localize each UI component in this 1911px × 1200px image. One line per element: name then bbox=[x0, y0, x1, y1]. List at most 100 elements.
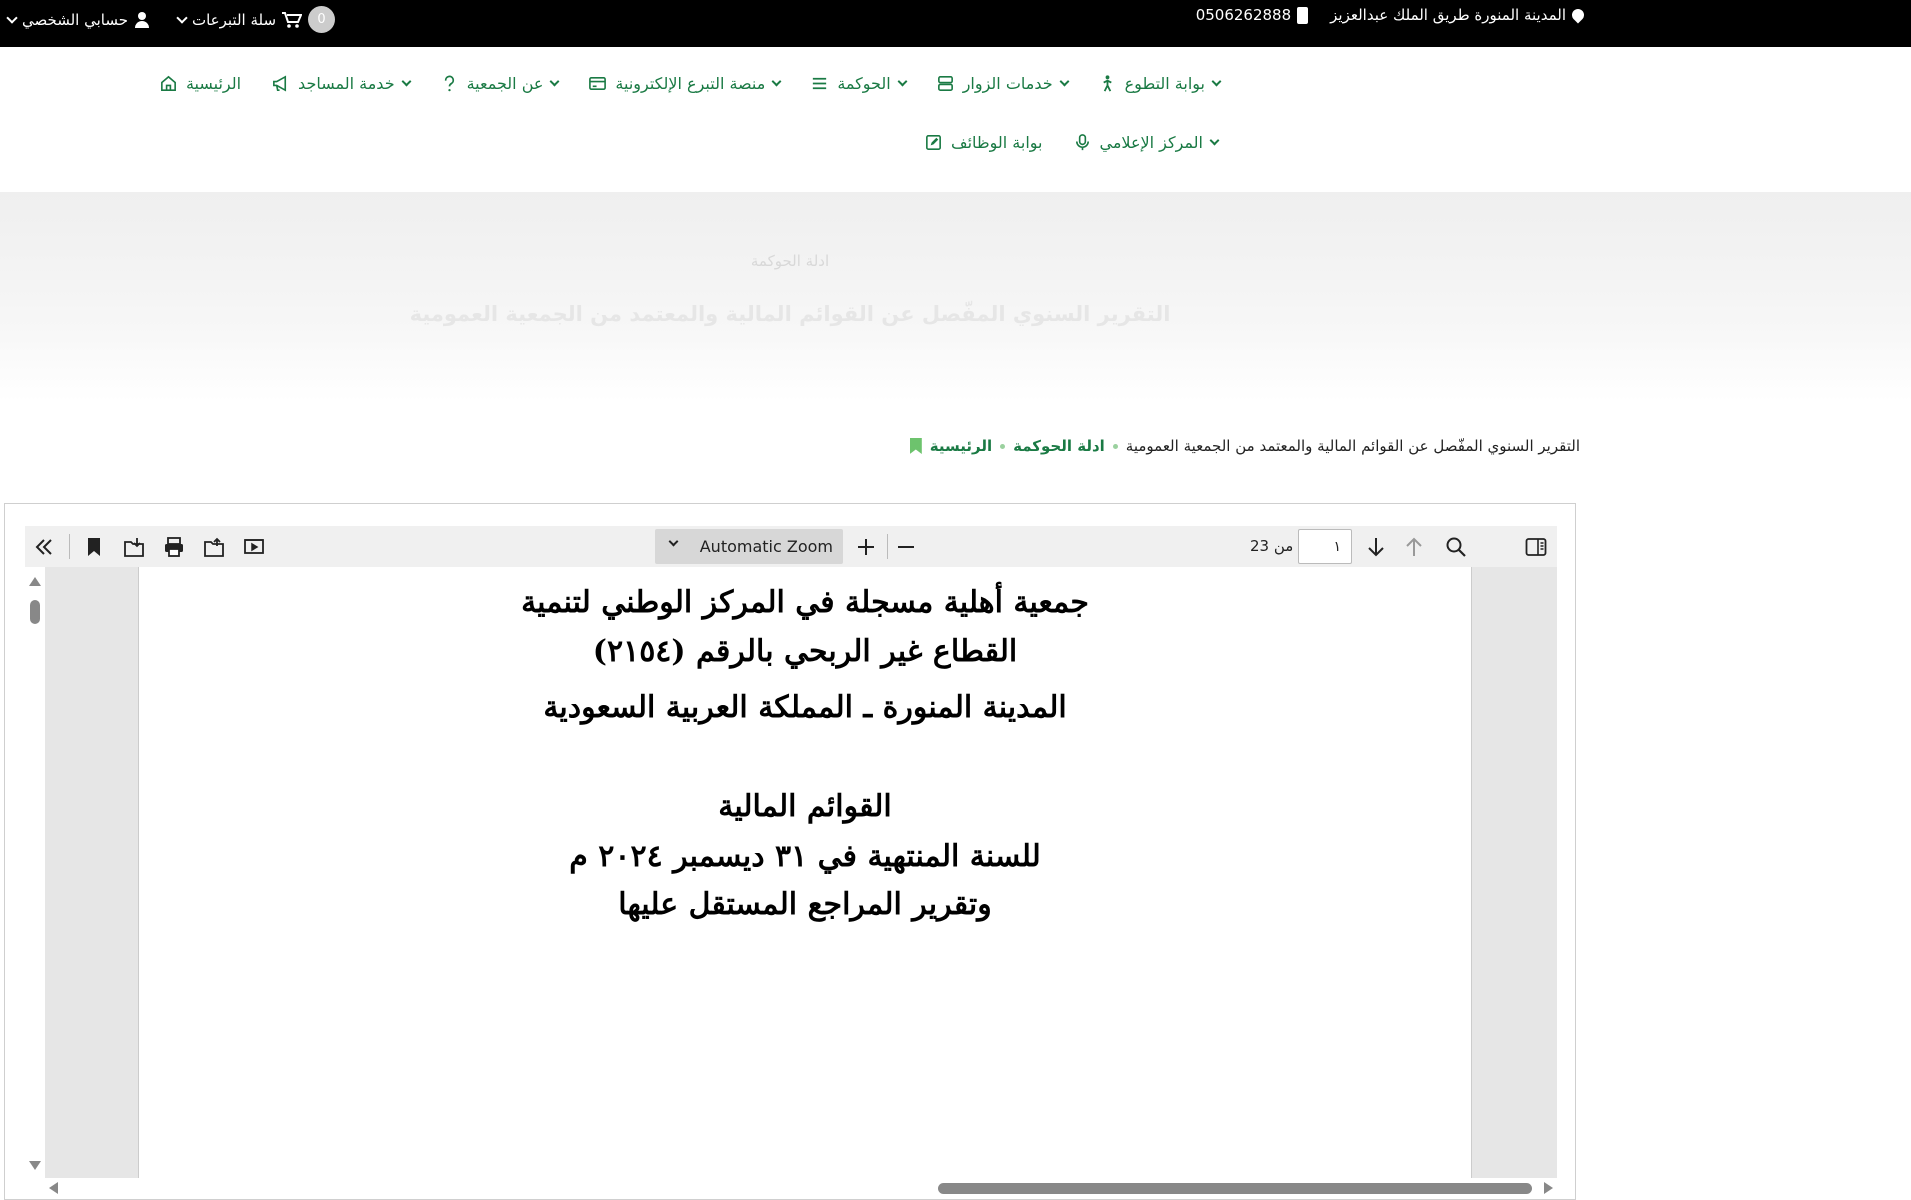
zoom-in-button[interactable] bbox=[851, 532, 881, 562]
sidebar-toggle-button[interactable] bbox=[1521, 532, 1551, 562]
question-icon bbox=[444, 75, 454, 92]
sidebar-icon bbox=[1525, 538, 1547, 556]
person-icon bbox=[1102, 75, 1112, 92]
nav-row-primary: الرئيسية خدمة المساجد عن الجمعية منصة ال… bbox=[159, 74, 1222, 93]
vertical-scrollbar[interactable] bbox=[25, 567, 45, 1178]
horizontal-scrollbar[interactable] bbox=[45, 1178, 1557, 1198]
nav-jobs-portal[interactable]: بوابة الوظائف bbox=[924, 133, 1043, 152]
page-text-line: وتقرير المراجع المستقل عليها bbox=[618, 887, 992, 922]
page-count: من 23 bbox=[1250, 537, 1294, 555]
scroll-left-arrow-icon[interactable] bbox=[49, 1182, 58, 1194]
plus-icon bbox=[858, 539, 874, 555]
tools-toggle-button[interactable] bbox=[29, 532, 59, 562]
page-number-input[interactable] bbox=[1298, 529, 1352, 564]
scroll-right-arrow-icon[interactable] bbox=[1544, 1182, 1553, 1194]
home-icon bbox=[160, 75, 176, 91]
nav-row-secondary: بوابة الوظائف المركز الإعلامي bbox=[924, 133, 1220, 152]
chevron-down-icon bbox=[401, 76, 412, 87]
open-file-button[interactable] bbox=[199, 532, 229, 562]
zoom-value: Automatic Zoom bbox=[699, 537, 833, 556]
breadcrumb-separator bbox=[1112, 443, 1118, 449]
pdf-viewer: Automatic Zoom من 23 جمعية أهلية مسجلة bbox=[4, 503, 1576, 1200]
account-label: حسابي الشخصي bbox=[22, 10, 128, 29]
nav-label: المركز الإعلامي bbox=[1099, 133, 1204, 152]
phone-contact[interactable]: 0506262888 bbox=[1195, 6, 1309, 24]
phone-icon bbox=[1297, 6, 1309, 24]
print-icon bbox=[165, 537, 183, 557]
server-icon bbox=[937, 76, 953, 91]
cart-label: سلة التبرعات bbox=[191, 10, 277, 29]
scroll-up-arrow-icon[interactable] bbox=[29, 577, 41, 586]
document-viewport[interactable]: جمعية أهلية مسجلة في المركز الوطني لتنمي… bbox=[45, 567, 1557, 1178]
breadcrumb-home[interactable]: الرئيسية bbox=[930, 437, 992, 455]
nav-label: منصة التبرع الإلكترونية bbox=[615, 74, 766, 93]
nav-label: عن الجمعية bbox=[466, 74, 544, 93]
nav-label: خدمة المساجد bbox=[298, 74, 395, 93]
download-icon bbox=[124, 538, 144, 557]
nav-label: الرئيسية bbox=[185, 74, 242, 93]
page-text-line: المدينة المنورة ـ المملكة العربية السعود… bbox=[543, 690, 1067, 725]
chevron-down-icon bbox=[6, 11, 18, 24]
nav-governance[interactable]: الحوكمة bbox=[810, 74, 908, 93]
bookmark-icon bbox=[909, 438, 922, 454]
nav-label: بوابة التطوع bbox=[1124, 74, 1205, 93]
nav-label: بوابة الوظائف bbox=[951, 133, 1043, 152]
list-icon bbox=[813, 77, 827, 90]
bookmark-icon bbox=[88, 538, 100, 556]
edit-icon bbox=[926, 135, 941, 150]
nav-home[interactable]: الرئيسية bbox=[159, 74, 241, 93]
chevron-down-icon bbox=[897, 76, 908, 87]
address-contact: المدينة المنورة طريق الملك عبدالعزيز bbox=[1330, 6, 1587, 24]
chevron-down-icon bbox=[1059, 76, 1070, 87]
download-button[interactable] bbox=[119, 532, 149, 562]
find-button[interactable] bbox=[1441, 532, 1471, 562]
folder-open-icon bbox=[204, 537, 224, 557]
donation-cart[interactable]: سلة التبرعات 0 bbox=[176, 6, 336, 33]
scroll-down-arrow-icon[interactable] bbox=[29, 1161, 41, 1170]
nav-media-center[interactable]: المركز الإعلامي bbox=[1073, 133, 1220, 152]
main-navigation: الرئيسية خدمة المساجد عن الجمعية منصة ال… bbox=[0, 47, 1911, 192]
scroll-thumb[interactable] bbox=[30, 600, 40, 624]
search-icon bbox=[1446, 537, 1466, 557]
hero-subtitle: ادلة الحوكمة bbox=[750, 252, 830, 270]
scroll-thumb[interactable] bbox=[938, 1183, 1532, 1194]
nav-volunteer-portal[interactable]: بوابة التطوع bbox=[1098, 74, 1222, 93]
zoom-out-button[interactable] bbox=[891, 532, 921, 562]
nav-label: الحوكمة bbox=[837, 74, 891, 93]
nav-mosque-service[interactable]: خدمة المساجد bbox=[271, 74, 412, 93]
nav-donation-platform[interactable]: منصة التبرع الإلكترونية bbox=[588, 74, 782, 93]
arrow-up-icon bbox=[1406, 537, 1422, 556]
account-menu[interactable]: حسابي الشخصي bbox=[6, 10, 150, 29]
chevron-down-icon bbox=[1209, 135, 1220, 146]
chevron-down-icon bbox=[176, 11, 188, 24]
zoom-select[interactable]: Automatic Zoom bbox=[655, 529, 843, 564]
chevron-down-icon bbox=[668, 536, 679, 547]
arrow-down-icon bbox=[1368, 538, 1384, 557]
bookmark-button[interactable] bbox=[79, 532, 109, 562]
page-text-line: جمعية أهلية مسجلة في المركز الوطني لتنمي… bbox=[521, 585, 1089, 620]
microphone-icon bbox=[1075, 134, 1089, 151]
breadcrumb-separator bbox=[1000, 443, 1006, 449]
breadcrumb-section[interactable]: ادلة الحوكمة bbox=[1013, 437, 1105, 455]
phone-number: 0506262888 bbox=[1195, 6, 1292, 24]
presentation-icon bbox=[244, 539, 264, 554]
cart-count-badge: 0 bbox=[308, 6, 336, 33]
nav-visitor-services[interactable]: خدمات الزوار bbox=[936, 74, 1070, 93]
chevron-down-icon bbox=[1211, 76, 1222, 87]
nav-about[interactable]: عن الجمعية bbox=[440, 74, 560, 93]
breadcrumb: الرئيسية ادلة الحوكمة التقرير السنوي الم… bbox=[909, 437, 1580, 455]
top-bar: 0506262888 المدينة المنورة طريق الملك عب… bbox=[0, 0, 1911, 47]
pdf-toolbar: Automatic Zoom من 23 bbox=[25, 526, 1557, 567]
page-text-line: القوائم المالية bbox=[718, 789, 892, 824]
address-text: المدينة المنورة طريق الملك عبدالعزيز bbox=[1330, 6, 1566, 24]
double-chevron-left-icon bbox=[35, 539, 52, 555]
presentation-mode-button[interactable] bbox=[239, 532, 269, 562]
page-hero: ادلة الحوكمة التقرير السنوي المفّصل عن ا… bbox=[0, 192, 1911, 402]
print-button[interactable] bbox=[159, 532, 189, 562]
page-text-line: للسنة المنتهية في ٣١ ديسمبر ٢٠٢٤ م bbox=[569, 839, 1041, 874]
next-page-button[interactable] bbox=[1361, 532, 1391, 562]
previous-page-button[interactable] bbox=[1399, 532, 1429, 562]
nav-label: خدمات الزوار bbox=[962, 74, 1053, 93]
user-icon bbox=[134, 11, 150, 28]
card-icon bbox=[589, 76, 607, 91]
